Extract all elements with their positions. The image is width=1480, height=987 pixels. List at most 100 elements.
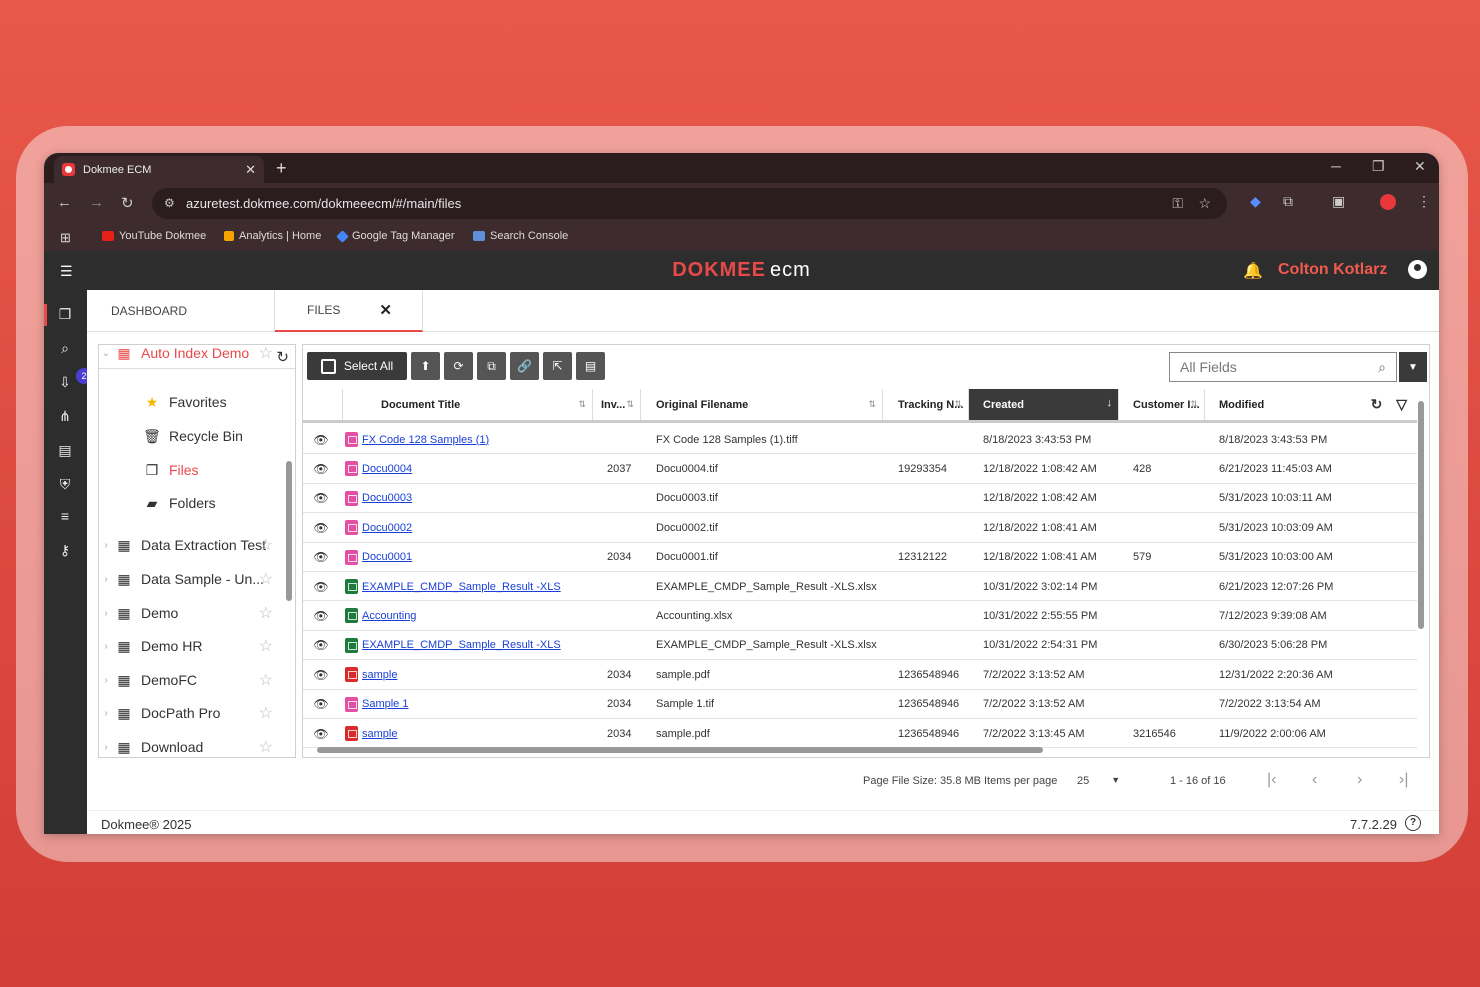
bookmark-youtube[interactable]: YouTube Dokmee: [102, 230, 206, 242]
favorite-star-icon[interactable]: ☆: [259, 703, 273, 723]
preview-eye-icon[interactable]: 👁: [310, 572, 332, 601]
site-settings-icon[interactable]: ⚙: [164, 196, 175, 210]
next-page-icon[interactable]: ›: [1357, 771, 1362, 789]
grid-horizontal-thumb[interactable]: [317, 747, 1043, 753]
bookmark-tag-manager[interactable]: Google Tag Manager: [336, 229, 455, 243]
key-icon[interactable]: ⚿: [1172, 195, 1183, 212]
tree-item[interactable]: ★ Favorites: [99, 387, 287, 417]
tab-files[interactable]: FILES ✕: [275, 290, 423, 332]
address-bar[interactable]: ⚙ azuretest.dokmee.com/dokmeeecm/#/main/…: [152, 188, 1227, 219]
database-nav-icon[interactable]: ▤: [56, 442, 74, 459]
filter-icon[interactable]: ▽: [1396, 396, 1407, 412]
table-row[interactable]: 👁 Docu0001 2034 Docu0001.tif 12312122 12/18/2…: [303, 543, 1417, 572]
table-row[interactable]: 👁 Docu0003 Docu0003.tif 12/18/2022 1:08:42 …: [303, 484, 1417, 514]
chevron-right-icon[interactable]: ›: [99, 675, 113, 686]
security-shield-icon[interactable]: ⛨: [56, 476, 74, 493]
document-title-link[interactable]: Docu0004: [362, 463, 412, 475]
sort-desc-icon[interactable]: ↓: [1107, 397, 1113, 409]
table-row[interactable]: 👁 EXAMPLE_CMDP_Sample_Result -XLS EXAMPLE_…: [303, 572, 1417, 602]
document-title-link[interactable]: Docu0002: [362, 522, 412, 534]
help-icon[interactable]: ?: [1405, 815, 1421, 831]
tab-dashboard[interactable]: DASHBOARD: [87, 290, 275, 332]
col-tracking[interactable]: Tracking N... ⇅: [883, 389, 969, 420]
user-name[interactable]: Colton Kotlarz: [1278, 261, 1387, 279]
back-icon[interactable]: ←: [57, 194, 72, 211]
bookmark-analytics[interactable]: Analytics | Home: [224, 230, 321, 242]
preview-eye-icon[interactable]: 👁: [310, 601, 332, 630]
sort-icon[interactable]: ⇅: [868, 399, 876, 410]
table-row[interactable]: 👁 Docu0002 Docu0002.tif 12/18/2022 1:08:41 …: [303, 513, 1417, 543]
document-title-link[interactable]: sample: [362, 728, 397, 740]
preview-eye-icon[interactable]: 👁: [310, 425, 332, 454]
col-customer[interactable]: Customer I... ⇅: [1119, 389, 1205, 420]
table-row[interactable]: 👁 EXAMPLE_CMDP_Sample_Result -XLS EXAMPLE_…: [303, 631, 1417, 661]
select-all-button[interactable]: Select All: [307, 352, 407, 380]
chevron-right-icon[interactable]: ›: [99, 540, 113, 551]
table-row[interactable]: 👁 sample 2034 sample.pdf 1236548946 7/2/2022 …: [303, 660, 1417, 690]
tree-item[interactable]: 🗑 Recycle Bin: [99, 421, 287, 451]
search-input[interactable]: All Fields ⌕: [1169, 352, 1397, 382]
table-row[interactable]: 👁 Docu0004 2037 Docu0004.tif 19293354 12/18/2…: [303, 454, 1417, 484]
sort-icon[interactable]: ⇅: [578, 399, 586, 410]
tree-item[interactable]: › ▦ Data Sample - Un... ☆: [99, 564, 287, 594]
forward-icon[interactable]: →: [89, 194, 104, 211]
tree-item[interactable]: › ▦ Demo HR ☆: [99, 631, 287, 661]
chevron-right-icon[interactable]: ›: [99, 608, 113, 619]
document-button[interactable]: ▤: [576, 352, 605, 380]
document-title-link[interactable]: Docu0003: [362, 492, 412, 504]
close-tab-icon[interactable]: ✕: [245, 162, 256, 178]
grid-refresh-icon[interactable]: ↻: [1371, 396, 1383, 412]
chevron-right-icon[interactable]: ›: [99, 742, 113, 753]
document-title-link[interactable]: Docu0001: [362, 551, 412, 563]
preview-eye-icon[interactable]: 👁: [310, 660, 332, 689]
table-row[interactable]: 👁 Accounting Accounting.xlsx 10/31/2022 2:5…: [303, 601, 1417, 631]
prev-page-icon[interactable]: ‹: [1312, 771, 1317, 789]
close-window-icon[interactable]: ✕: [1414, 158, 1426, 175]
grid-horizontal-scrollbar[interactable]: [307, 746, 1411, 754]
copy-button[interactable]: ⧉: [477, 352, 506, 380]
preview-eye-icon[interactable]: 👁: [310, 631, 332, 660]
notification-bell-icon[interactable]: 🔔: [1243, 261, 1263, 281]
favorite-star-icon[interactable]: ☆: [259, 737, 273, 757]
table-row[interactable]: 👁 sample 2034 sample.pdf 1236548946 7/2/2022 …: [303, 719, 1417, 749]
profile-icon[interactable]: [1380, 194, 1396, 210]
preview-eye-icon[interactable]: 👁: [310, 543, 332, 572]
document-title-link[interactable]: Sample 1: [362, 698, 408, 710]
tree-scrollbar[interactable]: [285, 371, 293, 755]
favorite-star-icon[interactable]: ☆: [259, 569, 273, 589]
grid-vertical-thumb[interactable]: [1418, 401, 1424, 629]
preview-eye-icon[interactable]: 👁: [310, 513, 332, 542]
document-title-link[interactable]: EXAMPLE_CMDP_Sample_Result -XLS: [362, 581, 561, 593]
preview-eye-icon[interactable]: 👁: [310, 690, 332, 719]
chevron-right-icon[interactable]: ›: [99, 574, 113, 585]
favorite-star-icon[interactable]: ☆: [259, 535, 273, 555]
sort-icon[interactable]: ⇅: [1190, 399, 1198, 410]
refresh-search-button[interactable]: ⟳: [444, 352, 473, 380]
document-title-link[interactable]: EXAMPLE_CMDP_Sample_Result -XLS: [362, 639, 561, 651]
close-files-tab-icon[interactable]: ✕: [379, 301, 392, 319]
grid-vertical-scrollbar[interactable]: [1417, 389, 1425, 745]
tree-item[interactable]: › ▦ Data Extraction Test ☆: [99, 530, 287, 560]
document-title-link[interactable]: sample: [362, 669, 397, 681]
tree-item[interactable]: ❐ Files: [99, 455, 287, 485]
preview-eye-icon[interactable]: 👁: [310, 719, 332, 748]
chevron-right-icon[interactable]: ›: [99, 641, 113, 652]
side-panel-icon[interactable]: ▣: [1332, 193, 1345, 210]
favorite-star-icon[interactable]: ☆: [259, 636, 273, 656]
browser-tab[interactable]: Dokmee ECM ✕: [54, 156, 264, 183]
apps-grid-icon[interactable]: ⊞: [60, 230, 71, 246]
inbox-nav-icon[interactable]: ⇩ 2: [56, 368, 92, 391]
settings-key-icon[interactable]: ⚷: [56, 542, 74, 559]
search-field-dropdown[interactable]: ▼: [1399, 352, 1427, 382]
tree-scroll-thumb[interactable]: [286, 461, 292, 601]
col-inv[interactable]: Inv... ⇅: [593, 389, 641, 420]
col-created[interactable]: Created ↓: [969, 389, 1119, 420]
browser-menu-icon[interactable]: ⋮: [1417, 193, 1431, 210]
favorite-star-icon[interactable]: ☆: [259, 670, 273, 690]
tree-item[interactable]: ▰ Folders: [99, 488, 287, 518]
table-row[interactable]: 👁 FX Code 128 Samples (1) FX Code 128 Samp…: [303, 425, 1417, 455]
favorite-star-icon[interactable]: ☆: [259, 603, 273, 623]
new-tab-icon[interactable]: +: [276, 158, 287, 179]
bookmark-search-console[interactable]: Search Console: [473, 230, 568, 242]
preview-eye-icon[interactable]: 👁: [310, 484, 332, 513]
